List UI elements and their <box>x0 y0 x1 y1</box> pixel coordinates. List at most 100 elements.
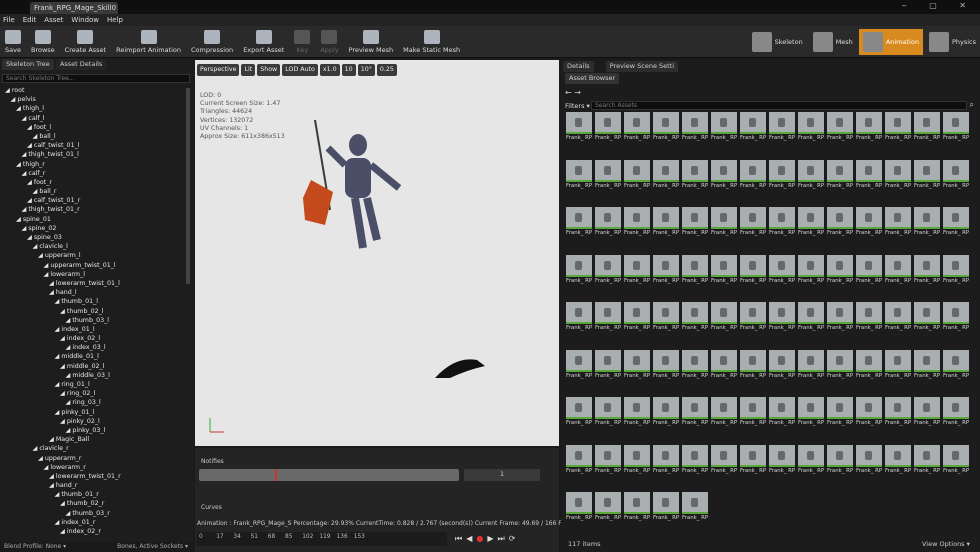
tree-row-middle_03_l[interactable]: ◢ middle_03_l <box>0 371 186 380</box>
asset-tile[interactable]: Frank_ RPG_ Mage 8 <box>566 254 592 284</box>
mode-animation[interactable]: Animation <box>858 29 923 55</box>
asset-thumbnail[interactable] <box>769 302 795 324</box>
tree-row-thumb_01_l[interactable]: ◢ thumb_01_l <box>0 297 186 306</box>
notifies-label[interactable]: Notifies <box>201 458 224 465</box>
bones-filter-dropdown[interactable]: Bones, Active Sockets ▾ <box>117 543 188 550</box>
asset-thumbnail[interactable] <box>827 254 853 277</box>
asset-thumbnail[interactable] <box>682 444 708 467</box>
asset-thumbnail[interactable] <box>566 444 592 467</box>
asset-tile[interactable]: Frank_ RPG_ Mage <box>856 349 882 379</box>
asset-thumbnail[interactable] <box>827 159 853 182</box>
asset-thumbnail[interactable] <box>595 112 621 134</box>
asset-thumbnail[interactable] <box>653 397 679 419</box>
asset-thumbnail[interactable] <box>653 302 679 324</box>
asset-tile[interactable]: Frank_ RPG_ Mage <box>711 159 737 189</box>
tree-row-foot_r[interactable]: ◢ foot_r <box>0 178 186 187</box>
asset-thumbnail[interactable] <box>711 159 737 182</box>
asset-tile[interactable]: Frank_ RPG_ Mage 8 <box>943 254 969 284</box>
asset-thumbnail[interactable] <box>682 207 708 229</box>
asset-tile[interactable]: Frank_ RPG_ Mage <box>711 444 737 474</box>
asset-thumbnail[interactable] <box>595 254 621 277</box>
asset-thumbnail[interactable] <box>624 254 650 277</box>
tree-scrollbar[interactable] <box>186 88 190 284</box>
asset-thumbnail[interactable] <box>914 302 940 324</box>
asset-thumbnail[interactable] <box>827 444 853 467</box>
asset-tile[interactable]: Frank_ RPG_ Mage <box>653 302 679 331</box>
track-value-field[interactable]: 1 <box>464 469 540 481</box>
asset-thumbnail[interactable] <box>798 302 824 324</box>
tree-row-hand_l[interactable]: ◢ hand_l <box>0 288 186 297</box>
asset-tile[interactable]: Frank_ RPG_ Mage 4 <box>856 207 882 236</box>
asset-thumbnail[interactable] <box>682 397 708 419</box>
asset-tile[interactable]: Frank_ RPG_ Mage <box>740 349 766 379</box>
tree-row-calf_twist_01_l[interactable]: ◢ calf_twist_01_l <box>0 141 186 150</box>
expand-arrow-icon[interactable]: ◢ <box>16 216 23 223</box>
asset-thumbnail[interactable] <box>769 112 795 134</box>
asset-thumbnail[interactable] <box>943 254 969 277</box>
expand-arrow-icon[interactable]: ◢ <box>27 179 34 186</box>
tree-row-thumb_03_r[interactable]: ◢ thumb_03_r <box>0 509 186 518</box>
asset-tile[interactable]: Frank_ RPG_ Mage 8 <box>682 254 708 284</box>
asset-tile[interactable]: Frank_ RPG_ Mage 8 <box>624 254 650 284</box>
asset-tile[interactable]: Frank_ RPG_ Mage 4 <box>769 207 795 236</box>
tree-row-pelvis[interactable]: ◢ pelvis <box>0 95 186 104</box>
asset-thumbnail[interactable] <box>769 207 795 229</box>
asset-tile[interactable]: Frank_ RPG_ Mage <box>914 302 940 331</box>
asset-tile[interactable]: Frank_ RPG_ Mage <box>566 397 592 426</box>
asset-tile[interactable]: Frank_ RPG_ Mage 8 <box>769 254 795 284</box>
asset-thumbnail[interactable] <box>711 207 737 229</box>
browse-button[interactable]: Browse <box>26 25 60 57</box>
asset-tile[interactable]: Frank_ RPG_ Mage 8 <box>595 254 621 284</box>
asset-thumbnail[interactable] <box>856 254 882 277</box>
asset-tile[interactable]: Frank_ RPG_ Mage <box>914 112 940 141</box>
asset-tile[interactable]: Frank_ RPG_ Mage <box>827 444 853 474</box>
asset-thumbnail[interactable] <box>943 112 969 134</box>
expand-arrow-icon[interactable]: ◢ <box>60 418 67 425</box>
loop-icon[interactable]: ⟳ <box>509 534 516 544</box>
tree-row-Magic_Ball[interactable]: ◢ Magic_Ball <box>0 435 186 444</box>
tree-row-upperarm_r[interactable]: ◢ upperarm_r <box>0 454 186 463</box>
asset-tile[interactable]: Frank_ RPG_ Mage Stea <box>566 492 592 521</box>
viewport-btn-3[interactable]: LOD Auto <box>282 63 318 76</box>
asset-thumbnail[interactable] <box>856 112 882 134</box>
asset-thumbnail[interactable] <box>711 349 737 372</box>
asset-tile[interactable]: Frank_ RPG_ Mage <box>885 112 911 141</box>
asset-thumbnail[interactable] <box>682 492 708 514</box>
tree-row-spine_01[interactable]: ◢ spine_01 <box>0 215 186 224</box>
tree-row-root[interactable]: ◢ root <box>0 86 186 95</box>
tree-row-index_03_l[interactable]: ◢ index_03_l <box>0 343 186 352</box>
asset-tile[interactable]: Frank_ RPG_ Mage 8 <box>827 254 853 284</box>
tree-row-lowerarm_l[interactable]: ◢ lowerarm_l <box>0 270 186 279</box>
tree-row-pinky_02_l[interactable]: ◢ pinky_02_l <box>0 417 186 426</box>
asset-thumbnail[interactable] <box>624 397 650 419</box>
asset-tile[interactable]: Frank_ RPG_ Mage <box>769 349 795 379</box>
asset-thumbnail[interactable] <box>798 444 824 467</box>
viewport-btn-4[interactable]: x1.0 <box>319 63 340 76</box>
asset-thumbnail[interactable] <box>740 254 766 277</box>
asset-thumbnail[interactable] <box>624 302 650 324</box>
skeleton-search-input[interactable]: Search Skeleton Tree... <box>2 74 190 83</box>
tree-row-ring_03_l[interactable]: ◢ ring_03_l <box>0 398 186 407</box>
tree-row-pinky_01_l[interactable]: ◢ pinky_01_l <box>0 408 186 417</box>
asset-thumbnail[interactable] <box>885 302 911 324</box>
asset-tile[interactable]: Frank_ RPG_ Mage <box>682 112 708 141</box>
asset-tile[interactable]: Frank_ RPG_ Mage Stea <box>711 207 737 236</box>
tree-row-hand_r[interactable]: ◢ hand_r <box>0 481 186 490</box>
asset-thumbnail[interactable] <box>856 349 882 372</box>
asset-tile[interactable]: Frank_ RPG_ Mage <box>740 397 766 426</box>
view-options-button[interactable]: View Options ▾ <box>922 540 970 548</box>
asset-tile[interactable]: Frank_ RPG_ Mage Hit <box>769 159 795 189</box>
expand-arrow-icon[interactable]: ◢ <box>49 436 56 443</box>
mode-skeleton[interactable]: Skeleton <box>748 29 807 55</box>
tree-row-thigh_l[interactable]: ◢ thigh_l <box>0 104 186 113</box>
asset-thumbnail[interactable] <box>914 444 940 467</box>
asset-tile[interactable]: Frank_ RPG_ Mage 8 <box>885 254 911 284</box>
expand-arrow-icon[interactable]: ◢ <box>60 308 67 315</box>
asset-tile[interactable]: Frank_ RPG_ Mage <box>769 444 795 474</box>
tab-preview-scene[interactable]: Preview Scene Setti <box>605 61 679 72</box>
asset-thumbnail[interactable] <box>624 159 650 182</box>
blend-profile-dropdown[interactable]: Blend Profile: None ▾ <box>4 543 66 550</box>
asset-tile[interactable]: Frank_ RPG_ Mage <box>943 302 969 331</box>
save-button[interactable]: Save <box>0 25 26 57</box>
asset-tile[interactable]: Frank_ RPG_ Mage <box>682 159 708 189</box>
